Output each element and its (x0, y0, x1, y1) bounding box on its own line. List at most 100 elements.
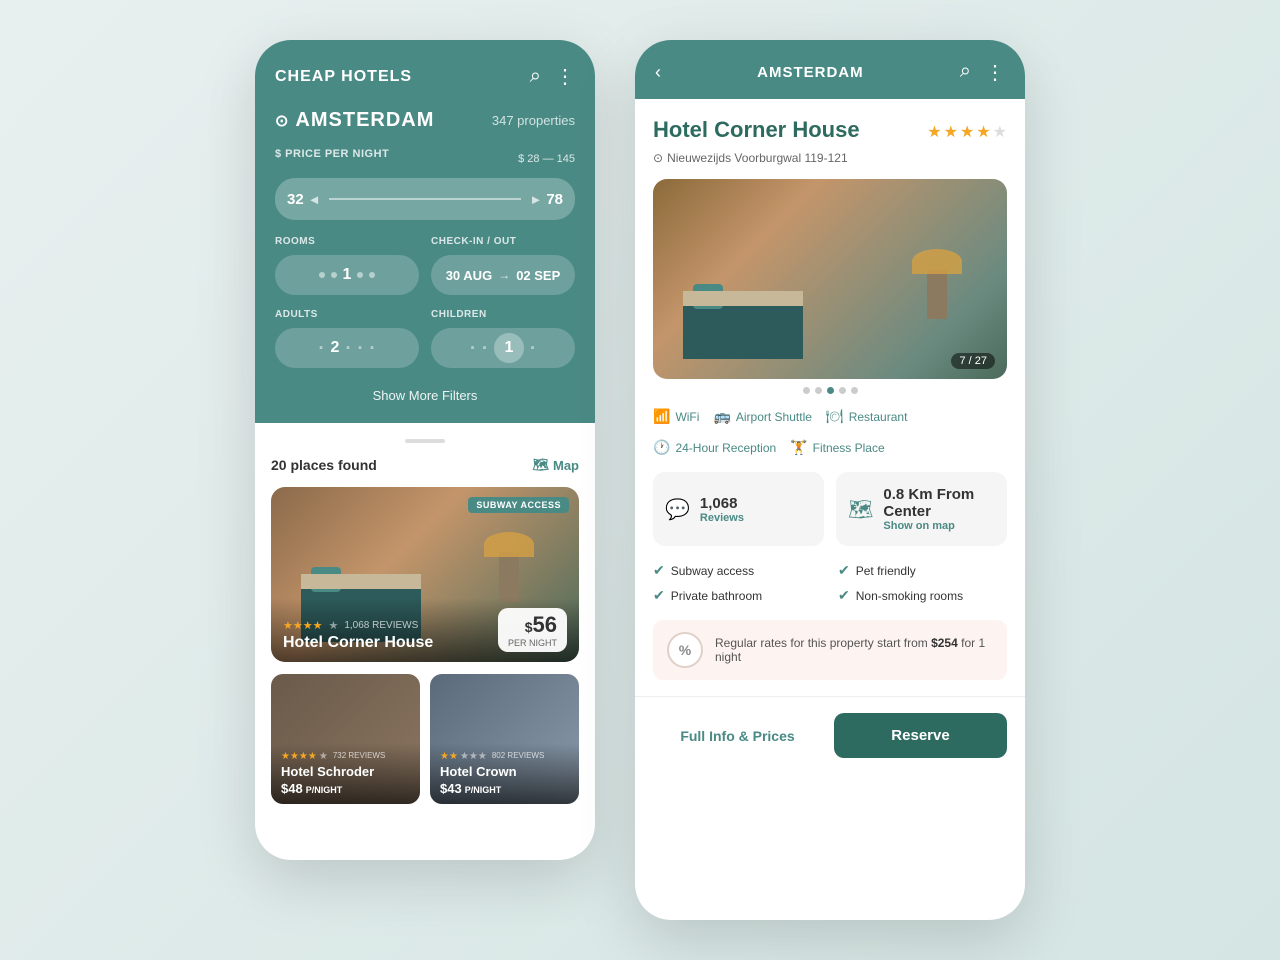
dot-1 (803, 387, 810, 394)
hotel-3-price-amount: $43 (440, 781, 462, 796)
hotel-detail-name: Hotel Corner House (653, 117, 860, 143)
fitness-label: Fitness Place (813, 441, 885, 455)
search-icon[interactable]: ⌕ (960, 60, 971, 85)
address-pin-icon: ⊙ (653, 151, 663, 165)
map-card-icon: 🗺 (848, 497, 873, 522)
percent-icon: % (667, 632, 703, 668)
reception-icon: 🕐 (653, 439, 670, 456)
hotel-stars: ★★★★ (283, 619, 322, 632)
hotel-card-large[interactable]: SUBWAY ACCESS ★★★★ ★ 1,068 REVIEWS Hotel… (271, 487, 579, 662)
lamp-decoration (499, 552, 519, 602)
image-dots (653, 387, 1007, 394)
hotel-card-small-1[interactable]: ★★★★ ★ 732 REVIEWS Hotel Schroder $48 P/… (271, 674, 420, 804)
detail-footer: Full Info & Prices Reserve (635, 696, 1025, 778)
slider-max-value: 78 (546, 191, 563, 208)
search-icon[interactable]: ⌕ (530, 65, 541, 88)
menu-icon[interactable]: ⋮ (985, 60, 1005, 85)
star-4: ★ (976, 122, 990, 142)
feature-subway-label: Subway access (671, 564, 754, 578)
amenity-shuttle: 🚌 Airport Shuttle (713, 408, 811, 425)
right-phone: ‹ AMSTERDAM ⌕ ⋮ Hotel Corner House ★ ★ ★… (635, 40, 1025, 920)
restaurant-label: Restaurant (849, 410, 908, 424)
hotel-2-price-amount: $48 (281, 781, 303, 796)
drag-handle (405, 439, 445, 443)
reviews-info: 1,068 Reviews (700, 495, 744, 524)
amenity-reception: 🕐 24-Hour Reception (653, 439, 776, 456)
show-more-filters[interactable]: Show More Filters (275, 382, 575, 403)
price-badge: $56 PER NIGHT (498, 608, 567, 652)
dot-3-active (827, 387, 834, 394)
hotel-2-per: P/NIGHT (306, 785, 343, 795)
image-counter: 7 / 27 (951, 353, 995, 369)
wifi-icon: 📶 (653, 408, 670, 425)
hotel-2-star-empty: ★ (319, 751, 328, 762)
fitness-icon: 🏋 (790, 439, 807, 456)
adults-pill[interactable]: · 2 · · · (275, 328, 419, 368)
hotel-info-overlay: ★★★★ ★ 1,068 REVIEWS Hotel Corner House … (271, 598, 579, 662)
rate-banner: % Regular rates for this property start … (653, 620, 1007, 680)
rate-price: $254 (931, 636, 958, 650)
hotel-badge: SUBWAY ACCESS (468, 497, 569, 513)
hotel-detail-stars: ★ ★ ★ ★ ★ (927, 122, 1007, 142)
amenities-row: 📶 WiFi 🚌 Airport Shuttle 🍽 Restaurant 🕐 … (635, 408, 1025, 456)
location-pin-icon: ⊙ (275, 111, 289, 131)
star-empty: ★ (328, 619, 338, 632)
check-icon-1: ✔ (653, 562, 665, 579)
hotel-2-reviews: 732 REVIEWS (333, 751, 385, 762)
checkin-filter: CHECK-IN / OUT 30 AUG → 02 SEP (431, 236, 575, 295)
results-section: 20 places found 🗺 Map SUBWAY ACCESS (255, 423, 595, 820)
right-header-icons: ⌕ ⋮ (960, 60, 1005, 85)
star-5-empty: ★ (993, 122, 1007, 142)
children-dot1: · (470, 338, 476, 359)
rate-prefix: Regular rates for this property start fr… (715, 636, 931, 650)
check-icon-2: ✔ (838, 562, 850, 579)
reviews-icon: 💬 (665, 497, 690, 522)
places-found: 20 places found (271, 457, 377, 473)
show-on-map[interactable]: Show on map (883, 520, 995, 532)
address-text: Nieuwezijds Voorburgwal 119-121 (667, 151, 848, 165)
rooms-filter: ROOMS 1 (275, 236, 419, 295)
adults-minus[interactable]: · (319, 338, 325, 359)
feature-bathroom-label: Private bathroom (671, 589, 762, 603)
amenity-fitness: 🏋 Fitness Place (790, 439, 884, 456)
children-dot3: · (530, 338, 536, 359)
adults-filter: ADULTS · 2 · · · (275, 309, 419, 368)
hotel-2-name: Hotel Schroder (281, 764, 410, 779)
distance-text: 0.8 Km From Center (883, 486, 995, 520)
places-label: places found (290, 457, 376, 473)
rooms-pill[interactable]: 1 (275, 255, 419, 295)
children-pill[interactable]: · · 1 · (431, 328, 575, 368)
adults-label: ADULTS (275, 309, 419, 320)
star-2: ★ (944, 122, 958, 142)
right-header: ‹ AMSTERDAM ⌕ ⋮ (635, 40, 1025, 99)
feature-nosmoking: ✔ Non-smoking rooms (838, 587, 1007, 604)
location-name[interactable]: AMSTERDAM (295, 109, 434, 132)
hotel-name: Hotel Corner House (283, 634, 433, 652)
children-label: CHILDREN (431, 309, 575, 320)
checkout-date: 02 SEP (516, 268, 560, 283)
location-card[interactable]: 🗺 0.8 Km From Center Show on map (836, 472, 1007, 546)
hotel-3-price: $43 P/NIGHT (440, 781, 569, 796)
shuttle-icon: 🚌 (713, 408, 730, 425)
arrow-icon: → (498, 268, 510, 282)
children-value: 1 (494, 333, 524, 363)
hotel-3-stars-empty: ★★★ (460, 751, 487, 762)
reviews-count: 1,068 (700, 495, 744, 512)
price-slider[interactable]: 32 ◄ ► 78 (275, 178, 575, 220)
reviews-card[interactable]: 💬 1,068 Reviews (653, 472, 824, 546)
dot (369, 272, 375, 278)
hotel-2-stars: ★★★★ (281, 751, 317, 762)
hotel-card-small-2[interactable]: ★★ ★★★ 802 REVIEWS Hotel Crown $43 P/NIG… (430, 674, 579, 804)
menu-icon[interactable]: ⋮ (555, 64, 575, 89)
feature-nosmoking-label: Non-smoking rooms (856, 589, 963, 603)
full-info-button[interactable]: Full Info & Prices (653, 716, 822, 756)
dot-5 (851, 387, 858, 394)
back-button[interactable]: ‹ (655, 62, 661, 83)
amenity-restaurant: 🍽 Restaurant (826, 408, 907, 425)
shuttle-label: Airport Shuttle (736, 410, 812, 424)
app-title: CHEAP HOTELS (275, 68, 412, 86)
hotel-detail-image[interactable]: 7 / 27 (653, 179, 1007, 379)
checkin-pill[interactable]: 30 AUG → 02 SEP (431, 255, 575, 295)
map-link[interactable]: 🗺 Map (532, 457, 579, 473)
reserve-button[interactable]: Reserve (834, 713, 1007, 758)
